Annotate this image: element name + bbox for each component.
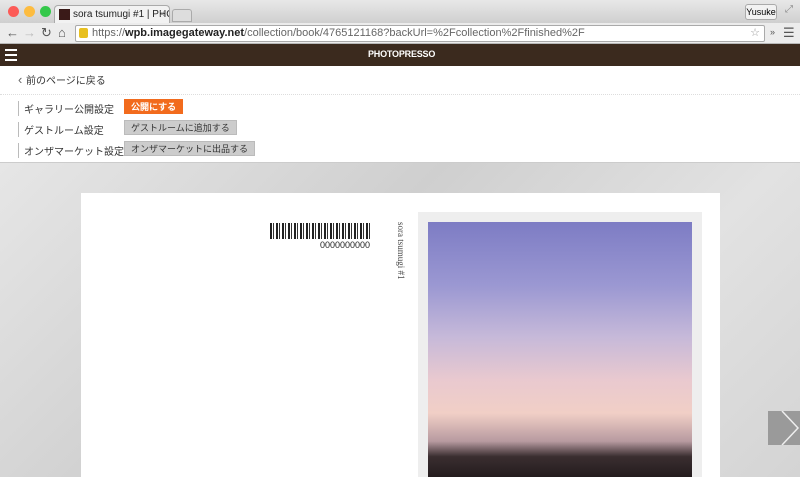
next-page-button[interactable] bbox=[768, 410, 800, 446]
close-window-icon[interactable] bbox=[8, 6, 19, 17]
url-path: /collection/book/4765121168?backUrl=%2Fc… bbox=[244, 27, 585, 39]
browser-toolbar: ← → ↻ ⌂ https://wpb.imagegateway.net/col… bbox=[0, 23, 800, 44]
barcode-number: 0000000000 bbox=[320, 240, 371, 250]
menu-icon[interactable]: ☰ bbox=[783, 25, 795, 41]
bookmark-star-icon[interactable]: ☆ bbox=[750, 26, 760, 41]
market-setting-label: オンザマーケット設定 bbox=[18, 143, 124, 158]
add-to-guestroom-button[interactable]: ゲストルームに追加する bbox=[124, 120, 237, 135]
home-icon[interactable]: ⌂ bbox=[58, 25, 66, 40]
tab-close-icon[interactable]: × bbox=[159, 6, 165, 23]
spine-title: sora tsumugi #1 bbox=[396, 222, 406, 280]
chevron-left-icon: ‹ bbox=[18, 72, 26, 87]
back-link[interactable]: ‹ 前のページに戻る bbox=[18, 72, 106, 87]
new-tab-button[interactable] bbox=[172, 9, 192, 22]
barcode bbox=[270, 223, 370, 239]
gallery-setting-label: ギャラリー公開設定 bbox=[18, 101, 114, 116]
extensions-overflow-icon[interactable]: » bbox=[770, 27, 775, 37]
site-header: PHOTOPRESSO bbox=[0, 44, 800, 66]
tab-title: sora tsumugi #1 | PHOTOPRESSO bbox=[73, 9, 169, 20]
list-on-market-button[interactable]: オンザマーケットに出品する bbox=[124, 141, 256, 156]
cover-photo bbox=[428, 222, 692, 477]
fullscreen-icon[interactable]: ⤢ bbox=[785, 4, 793, 15]
lock-icon bbox=[79, 28, 88, 38]
minimize-window-icon[interactable] bbox=[24, 6, 35, 17]
back-icon[interactable]: ← bbox=[6, 25, 19, 40]
back-link-label: 前のページに戻る bbox=[25, 76, 106, 87]
browser-titlebar: sora tsumugi #1 | PHOTOPRESSO× Yusuke ⤢ bbox=[0, 0, 800, 23]
hamburger-menu-icon[interactable] bbox=[5, 49, 17, 64]
divider bbox=[0, 94, 800, 95]
guestroom-setting-label: ゲストルーム設定 bbox=[18, 122, 104, 137]
url-host: wpb.imagegateway.net bbox=[125, 27, 245, 39]
browser-tab[interactable]: sora tsumugi #1 | PHOTOPRESSO× bbox=[54, 5, 170, 23]
favicon-icon bbox=[59, 9, 70, 20]
url-prefix: https:// bbox=[92, 27, 126, 39]
address-bar[interactable]: https://wpb.imagegateway.net/collection/… bbox=[75, 25, 765, 42]
forward-icon[interactable]: → bbox=[23, 25, 36, 40]
zoom-window-icon[interactable] bbox=[40, 6, 51, 17]
profile-button[interactable]: Yusuke bbox=[745, 4, 777, 20]
photopresso-logo[interactable]: PHOTOPRESSO bbox=[368, 49, 435, 59]
publish-button[interactable]: 公開にする bbox=[124, 99, 184, 114]
chevron-right-icon bbox=[781, 410, 800, 446]
reload-icon[interactable]: ↻ bbox=[41, 25, 52, 41]
